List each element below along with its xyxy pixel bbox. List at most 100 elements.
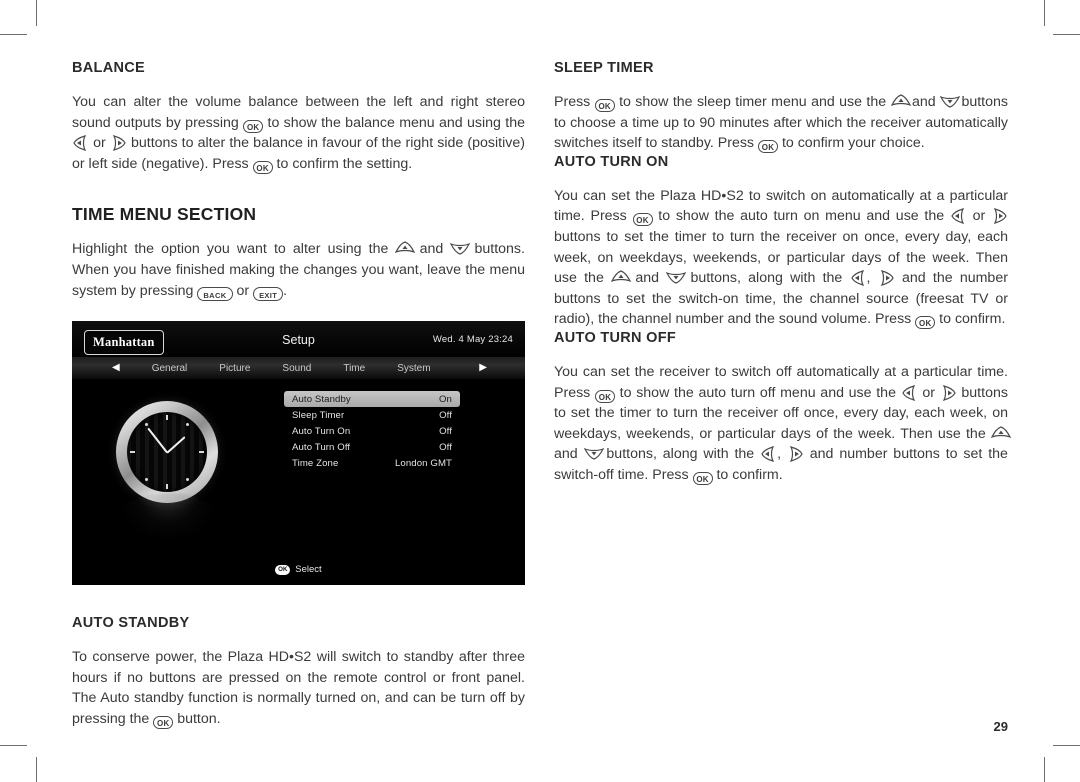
time-menu-text-5: .	[283, 282, 288, 299]
up-arrow-button-icon	[890, 94, 911, 110]
auto-turn-on-text-2: to show the auto turn on menu and use th…	[658, 208, 945, 225]
right-arrow-button-icon	[878, 270, 895, 287]
crop-mark-bottom-left-horizontal	[0, 745, 27, 746]
balance-paragraph: You can alter the volume balance between…	[72, 92, 525, 174]
auto-turn-on-heading: AUTO TURN ON	[554, 153, 669, 170]
crop-mark-top-right-horizontal	[1053, 34, 1080, 35]
tab-sound[interactable]: Sound	[282, 363, 311, 374]
clock-tick	[145, 478, 148, 482]
left-column: BALANCE You can alter the volume balance…	[72, 60, 525, 730]
setting-value: Off	[439, 441, 452, 453]
setting-value: Off	[439, 409, 452, 421]
tv-setup-screenshot: Manhattan Setup Wed. 4 May 23:24 ◀ Gener…	[72, 321, 525, 586]
setting-value: Off	[439, 425, 452, 437]
setting-row-auto-turn-off[interactable]: Auto Turn Off Off	[284, 439, 460, 455]
crop-mark-bottom-right-vertical	[1044, 757, 1045, 782]
auto-turn-on-text-7: ,	[866, 270, 871, 287]
auto-standby-paragraph: To conserve power, the Plaza HD•S2 will …	[72, 647, 525, 729]
back-button-icon: BACK	[197, 287, 233, 302]
up-arrow-button-icon	[990, 426, 1011, 442]
clock-tick	[166, 484, 168, 490]
ok-button-icon: OK	[594, 389, 615, 403]
ok-button-icon: OK	[692, 471, 713, 485]
clock-face	[127, 412, 207, 493]
tv-datetime: Wed. 4 May 23:24	[432, 334, 513, 346]
page-number: 29	[993, 719, 1008, 734]
time-menu-paragraph: Highlight the option you want to alter u…	[72, 239, 525, 302]
crop-mark-top-right-vertical	[1044, 0, 1045, 26]
down-arrow-button-icon	[666, 270, 687, 286]
clock-tick	[186, 423, 189, 427]
up-arrow-button-icon	[611, 270, 632, 286]
setting-row-auto-turn-on[interactable]: Auto Turn On Off	[284, 423, 460, 439]
clock-hour-hand	[166, 435, 186, 454]
auto-standby-heading: AUTO STANDBY	[72, 615, 190, 632]
setting-value: London GMT	[395, 457, 452, 469]
sleep-timer-heading: SLEEP TIMER	[554, 60, 654, 76]
clock-reflection	[120, 493, 216, 540]
setting-label: Sleep Timer	[292, 409, 345, 421]
tab-picture[interactable]: Picture	[219, 363, 250, 374]
manual-page: BALANCE You can alter the volume balance…	[0, 0, 1080, 782]
auto-turn-off-text-2: to show the auto turn off menu and use t…	[619, 384, 896, 401]
setting-label: Auto Turn Off	[292, 441, 351, 453]
down-arrow-button-icon	[583, 446, 604, 462]
auto-standby-text-2: button.	[177, 710, 221, 727]
ok-button-icon: OK	[915, 316, 936, 330]
right-arrow-button-icon	[787, 446, 804, 463]
auto-turn-off-text-3: or	[922, 384, 935, 401]
ok-button-icon: OK	[632, 213, 653, 227]
ok-button-icon: OK	[757, 140, 778, 154]
ok-button-icon: OK	[252, 160, 273, 174]
clock-tick	[130, 451, 135, 454]
sleep-timer-text-1: Press	[554, 94, 591, 110]
auto-turn-off-paragraph: You can set the receiver to switch off a…	[554, 362, 1011, 486]
right-arrow-button-icon	[110, 135, 127, 152]
crop-mark-top-left-vertical	[36, 0, 37, 26]
auto-turn-on-text-3: or	[972, 208, 986, 225]
time-menu-text-4: or	[236, 282, 250, 299]
tv-menu-tabs: ◀ General Picture Sound Time System ▶	[72, 357, 525, 380]
auto-turn-on-text-6: buttons, along with the	[690, 270, 843, 287]
auto-turn-off-heading: AUTO TURN OFF	[554, 329, 677, 346]
left-arrow-button-icon	[760, 446, 777, 463]
crop-mark-bottom-left-vertical	[36, 757, 37, 782]
time-settings-list: Auto Standby On Sleep Timer Off Auto Tur…	[284, 391, 460, 471]
tab-system[interactable]: System	[397, 363, 430, 374]
analog-clock-graphic	[116, 401, 228, 541]
setting-row-auto-standby[interactable]: Auto Standby On	[284, 391, 460, 408]
sleep-timer-text-3: and	[911, 94, 936, 110]
left-arrow-button-icon	[72, 135, 89, 152]
setting-label: Auto Turn On	[292, 425, 351, 437]
left-arrow-button-icon	[950, 208, 967, 225]
tab-scroll-left-icon[interactable]: ◀	[112, 363, 120, 373]
ok-chip-icon: OK	[275, 564, 291, 575]
tv-footer-hint: OK Select	[72, 564, 525, 575]
right-arrow-button-icon	[940, 384, 957, 401]
down-arrow-button-icon	[940, 94, 961, 110]
clock-tick	[145, 423, 148, 427]
tab-general[interactable]: General	[152, 363, 188, 374]
balance-text-2: to show the balance menu and using the	[267, 114, 526, 131]
down-arrow-button-icon	[450, 241, 471, 257]
sleep-timer-text-5: to confirm your choice.	[781, 135, 925, 152]
balance-text-3: or	[93, 135, 106, 152]
clock-tick	[166, 415, 168, 421]
setting-row-time-zone[interactable]: Time Zone London GMT	[284, 455, 460, 471]
ok-button-icon: OK	[594, 99, 615, 112]
tab-scroll-right-icon[interactable]: ▶	[479, 363, 487, 373]
tv-header-bar: Manhattan Setup Wed. 4 May 23:24	[72, 321, 525, 358]
setting-label: Time Zone	[292, 457, 339, 469]
balance-heading: BALANCE	[72, 60, 145, 76]
auto-turn-off-text-9: to confirm.	[716, 466, 783, 483]
tab-time[interactable]: Time	[343, 363, 365, 374]
exit-button-icon: EXIT	[253, 287, 284, 302]
time-menu-section-heading: TIME MENU SECTION	[72, 204, 257, 225]
ok-button-icon: OK	[153, 715, 174, 729]
clock-tick	[186, 478, 189, 482]
setting-row-sleep-timer[interactable]: Sleep Timer Off	[284, 407, 460, 423]
ok-button-icon: OK	[243, 119, 264, 133]
time-menu-text-2: and	[419, 241, 444, 258]
clock-minute-hand	[147, 427, 168, 453]
left-arrow-button-icon	[850, 270, 867, 287]
